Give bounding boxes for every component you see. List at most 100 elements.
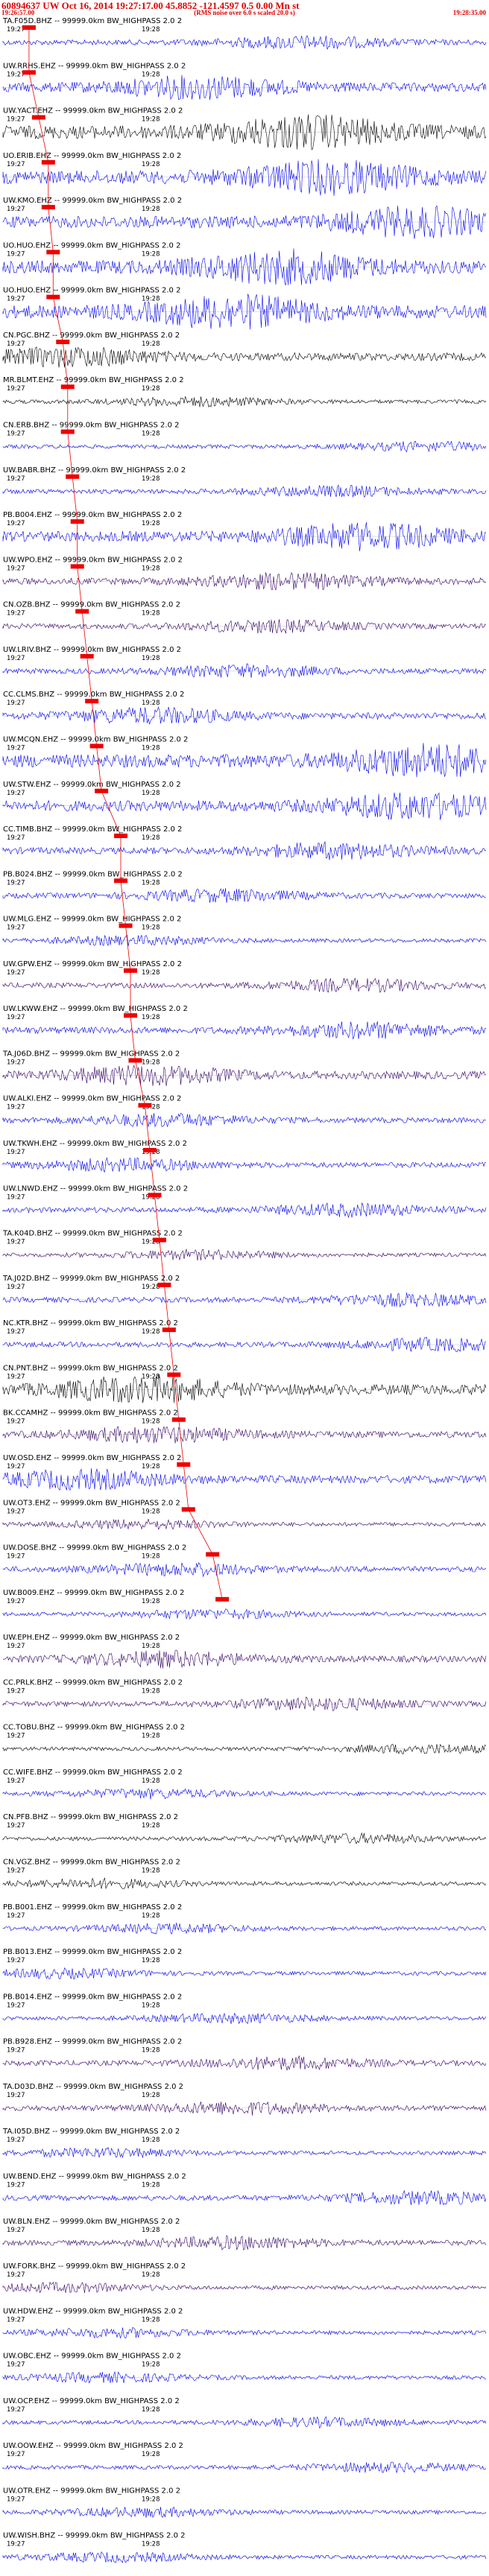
time-tick-label: 19:28 <box>142 385 160 393</box>
trace-label: UO.HUO.EHZ -- 99999.0km BW_HIGHPASS 2.0 … <box>3 241 180 250</box>
time-tick-label: 19:28 <box>142 520 160 527</box>
trace-label: PB.B004.EHZ -- 99999.0km BW_HIGHPASS 2.0… <box>3 511 182 519</box>
scaling-note: (RMS noise over 6.0 s scaled 20.0 s) <box>194 9 295 16</box>
time-tick-label: 19:27 <box>7 2541 25 2548</box>
time-tick-label: 19:27 <box>7 1373 25 1380</box>
time-tick-label: 19:28 <box>142 431 160 438</box>
time-tick-label: 19:28 <box>142 2316 160 2323</box>
trace-label: PB.B013.EHZ -- 99999.0km BW_HIGHPASS 2.0… <box>3 1948 182 1956</box>
waveform-trace <box>2 159 487 196</box>
waveform-trace <box>2 706 487 725</box>
time-tick-label: 19:28 <box>142 71 160 78</box>
time-tick-label: 19:27 <box>7 1598 25 1605</box>
time-tick-label: 19:28 <box>142 834 160 842</box>
phase-pick-marker <box>215 1596 230 1602</box>
waveform-trace <box>2 2012 487 2025</box>
trace-label: UW.LKWW.EHZ -- 99999.0km BW_HIGHPASS 2.0… <box>3 1005 188 1013</box>
waveform-trace <box>2 294 487 330</box>
time-tick-label: 19:27 <box>7 2047 25 2055</box>
waveform-trace <box>2 484 487 498</box>
time-tick-label: 19:27 <box>7 2181 25 2189</box>
time-tick-label: 19:27 <box>7 2227 25 2234</box>
trace-label: UW.DOSE.BHZ -- 99999.0km BW_HIGHPASS 2.0… <box>3 1544 186 1552</box>
waveform-trace <box>2 1649 487 1669</box>
time-tick-label: 19:27 <box>7 1957 25 1964</box>
time-tick-label: 19:27 <box>7 2136 25 2144</box>
waveform-trace <box>2 2146 487 2158</box>
time-tick-label: 19:28 <box>142 610 160 618</box>
time-tick-label: 19:28 <box>142 1687 160 1695</box>
time-tick-label: 19:28 <box>142 744 160 752</box>
waveform-trace <box>2 1832 487 1844</box>
time-tick-label: 19:28 <box>142 1373 160 1380</box>
trace-label: UO.HUO.EHZ -- 99999.0km BW_HIGHPASS 2.0 … <box>3 287 180 295</box>
time-tick-label: 19:28 <box>142 250 160 258</box>
trace-label: UW.KMO.EHZ -- 99999.0km BW_HIGHPASS 2.0 … <box>3 197 182 205</box>
trace-label: UW.OTR.EHZ -- 99999.0km BW_HIGHPASS 2.0 … <box>3 2487 180 2495</box>
time-tick-label: 19:28 <box>142 116 160 124</box>
waveform-trace <box>2 74 487 101</box>
time-tick-label: 19:28 <box>142 2496 160 2503</box>
time-tick-label: 19:27 <box>7 2271 25 2279</box>
time-tick-label: 19:27 <box>7 1822 25 1830</box>
waveform-trace <box>2 1021 487 1040</box>
time-tick-label: 19:27 <box>7 1418 25 1426</box>
time-tick-label: 19:27 <box>7 1328 25 1336</box>
trace-label: TA.F05D.BHZ -- 99999.0km BW_HIGHPASS 2.0… <box>2 17 182 25</box>
time-tick-label: 19:28 <box>142 161 160 168</box>
trace-label: CC.CLMS.BHZ -- 99999.0km BW_HIGHPASS 2.0… <box>3 691 184 699</box>
waveform-trace <box>2 1518 487 1530</box>
trace-label: UW.OCP.EHZ -- 99999.0km BW_HIGHPASS 2.0 … <box>3 2397 180 2405</box>
time-tick-label: 19:28 <box>142 2092 160 2099</box>
trace-label: UW.EPH.EHZ -- 99999.0km BW_HIGHPASS 2.0 … <box>3 1634 180 1642</box>
trace-label: TA.J02D.BHZ -- 99999.0km BW_HIGHPASS 2.0… <box>2 1275 180 1283</box>
time-tick-label: 19:28 <box>142 565 160 572</box>
time-tick-label: 19:27 <box>7 565 25 572</box>
trace-label: UW.TKWH.EHZ -- 99999.0km BW_HIGHPASS 2.0… <box>3 1140 187 1148</box>
time-tick-label: 19:27 <box>7 1912 25 1920</box>
time-tick-label: 19:27 <box>7 71 25 78</box>
time-tick-label: 19:28 <box>142 1957 160 1964</box>
time-tick-label: 19:27 <box>7 2002 25 2009</box>
time-tick-label: 19:27 <box>7 655 25 662</box>
time-tick-label: 19:27 <box>7 2092 25 2099</box>
time-tick-label: 19:28 <box>142 2361 160 2369</box>
trace-label: UW.HDW.EHZ -- 99999.0km BW_HIGHPASS 2.0 … <box>3 2307 183 2315</box>
trace-label: NC.KTR.BHZ -- 99999.0km BW_HIGHPASS 2.0 … <box>3 1319 178 1327</box>
time-tick-label: 19:28 <box>142 1328 160 1336</box>
trace-label: CC.WIFE.BHZ -- 99999.0km BW_HIGHPASS 2.0… <box>3 1768 183 1777</box>
time-tick-label: 19:28 <box>142 924 160 932</box>
time-tick-label: 19:28 <box>142 475 160 483</box>
time-tick-label: 19:27 <box>7 2316 25 2323</box>
trace-label: UW.OT3.EHZ -- 99999.0km BW_HIGHPASS 2.0 … <box>3 1499 180 1507</box>
waveform-trace <box>2 1336 487 1352</box>
trace-label: CN.PNT.BHZ -- 99999.0km BW_HIGHPASS 2.0 … <box>3 1364 178 1372</box>
time-tick-label: 19:27 <box>7 1553 25 1561</box>
time-tick-label: 19:27 <box>7 1687 25 1695</box>
seismogram-plot: TA.F05D.BHZ -- 99999.0km BW_HIGHPASS 2.0… <box>2 17 487 2563</box>
waveform-trace <box>2 1788 487 1800</box>
time-tick-label: 19:27 <box>7 1463 25 1471</box>
trace-label: TA.I05D.BHZ -- 99999.0km BW_HIGHPASS 2.0… <box>2 2128 180 2136</box>
time-tick-label: 19:27 <box>7 1284 25 1291</box>
trace-label: CC.TIMB.BHZ -- 99999.0km BW_HIGHPASS 2.0… <box>3 825 182 834</box>
time-tick-label: 19:27 <box>7 1104 25 1111</box>
trace-label: UW.BLN.EHZ -- 99999.0km BW_HIGHPASS 2.0 … <box>3 2218 180 2226</box>
time-tick-label: 19:28 <box>142 1508 160 1515</box>
time-tick-label: 19:28 <box>142 296 160 303</box>
time-tick-label: 19:27 <box>7 2361 25 2369</box>
trace-label: UW.BEND.EHZ -- 99999.0km BW_HIGHPASS 2.0… <box>3 2172 186 2180</box>
time-tick-label: 19:28 <box>142 655 160 662</box>
time-tick-label: 19:27 <box>7 431 25 438</box>
time-tick-label: 19:27 <box>7 250 25 258</box>
time-tick-label: 19:27 <box>7 969 25 977</box>
time-tick-label: 19:27 <box>7 924 25 932</box>
time-tick-label: 19:27 <box>7 744 25 752</box>
time-tick-label: 19:28 <box>142 2406 160 2414</box>
trace-label: PB.B014.EHZ -- 99999.0km BW_HIGHPASS 2.0… <box>3 1993 182 2001</box>
time-tick-label: 19:28 <box>142 1822 160 1830</box>
trace-label: UW.GPW.EHZ -- 99999.0km BW_HIGHPASS 2.0 … <box>3 960 182 968</box>
end-time: 19:28:35.00 <box>452 9 486 16</box>
waveform-trace <box>2 2101 487 2116</box>
trace-label: TA.K04D.BHZ -- 99999.0km BW_HIGHPASS 2.0… <box>2 1230 183 1238</box>
